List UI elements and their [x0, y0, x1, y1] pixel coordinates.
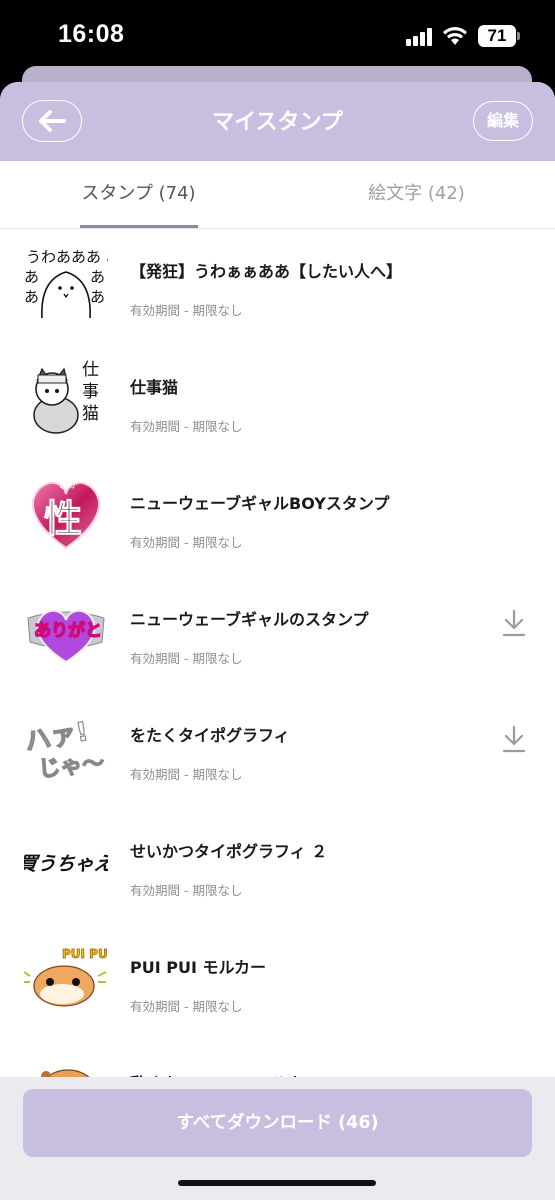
sticker-thumbnail: 買うちゃえ! — [24, 820, 108, 900]
active-tab-indicator — [80, 225, 198, 228]
sticker-thumbnail: 仕 事 猫 — [24, 356, 108, 436]
sticker-validity: 有効期間 - 期限なし — [130, 651, 243, 666]
thumb-text: ハァ! — [24, 717, 91, 758]
svg-text:あ: あ — [90, 268, 105, 286]
list-item[interactable]: うわあああ あああ あ あ あ あ 【発狂】うわぁぁああ【したい人へ】 有効期間… — [0, 230, 555, 346]
header: マイスタンプ 編集 — [0, 82, 555, 161]
my-stickers-sheet: マイスタンプ 編集 スタンプ (74) 絵文字 (42) うわあああ あああ あ… — [0, 82, 555, 1200]
thumb-text: 買うちゃえ! — [24, 852, 108, 875]
sticker-title: ニューウェーブギャルのスタンプ — [130, 610, 369, 629]
sticker-title: 仕事猫 — [130, 378, 179, 397]
sticker-title: をたくタイポグラフィ — [130, 726, 290, 745]
sticker-validity: 有効期間 - 期限なし — [130, 999, 243, 1014]
sticker-validity: 有効期間 - 期限なし — [130, 303, 243, 318]
svg-text:仕: 仕 — [82, 360, 99, 380]
list-item[interactable]: 仕 事 猫 仕事猫 有効期間 - 期限なし — [0, 346, 555, 462]
list-item[interactable]: ハァ! じゃ〜 をたくタイポグラフィ 有効期間 - 期限なし — [0, 694, 555, 810]
battery-icon: 71 — [478, 25, 516, 47]
sticker-validity: 有効期間 - 期限なし — [130, 883, 243, 898]
sticker-thumbnail: PUI PUI — [24, 936, 108, 1016]
sticker-title: ニューウェーブギャルBOYスタンプ — [130, 494, 390, 513]
tab-bar: スタンプ (74) 絵文字 (42) — [0, 161, 555, 229]
list-item[interactable]: PUI PUI PUI PUI モルカー 有効期間 - 期限なし — [0, 926, 555, 1042]
sticker-validity: 有効期間 - 期限なし — [130, 767, 243, 782]
svg-text:あ: あ — [90, 288, 105, 306]
sticker-thumbnail: ありがと — [24, 588, 108, 668]
download-icon[interactable] — [500, 608, 528, 638]
status-time: 16:08 — [58, 20, 125, 48]
battery-tip — [517, 32, 520, 40]
svg-text:性: 性 — [44, 496, 82, 541]
list-item[interactable]: さが 性 ニューウェーブギャルBOYスタンプ 有効期間 - 期限なし — [0, 462, 555, 578]
svg-text:ありがと: ありがと — [34, 620, 102, 641]
list-item[interactable]: ありがと ニューウェーブギャルのスタンプ 有効期間 - 期限なし — [0, 578, 555, 694]
home-indicator — [178, 1180, 376, 1186]
sticker-thumbnail: ハァ! じゃ〜 — [24, 704, 108, 784]
sticker-validity: 有効期間 - 期限なし — [130, 419, 243, 434]
cellular-signal-icon — [406, 28, 434, 46]
page-title: マイスタンプ — [212, 110, 343, 135]
thumb-text: うわあああ あああ — [26, 248, 108, 266]
download-icon[interactable] — [500, 724, 528, 754]
sticker-title: 【発狂】うわぁぁああ【したい人へ】 — [130, 262, 403, 281]
tab-stickers[interactable]: スタンプ (74) — [0, 161, 277, 229]
wifi-icon — [442, 25, 468, 47]
sticker-thumbnail: うわあああ あああ あ あ あ あ — [24, 240, 108, 320]
sticker-validity: 有効期間 - 期限なし — [130, 535, 243, 550]
edit-button[interactable]: 編集 — [473, 101, 533, 141]
svg-text:じゃ〜: じゃ〜 — [37, 751, 105, 783]
svg-text:あ: あ — [24, 268, 39, 286]
thumb-text: PUI PUI — [62, 947, 108, 961]
svg-text:あ: あ — [24, 288, 39, 306]
tab-emoji[interactable]: 絵文字 (42) — [278, 161, 555, 229]
svg-text:事: 事 — [82, 382, 99, 402]
sticker-thumbnail: さが 性 — [24, 472, 108, 552]
svg-text:さが: さが — [58, 478, 78, 491]
download-all-button[interactable]: すべてダウンロード (46) — [23, 1089, 532, 1157]
svg-text:猫: 猫 — [82, 404, 99, 424]
sticker-title: PUI PUI モルカー — [130, 958, 267, 977]
list-item[interactable]: 買うちゃえ! せいかつタイポグラフィ ２ 有効期間 - 期限なし — [0, 810, 555, 926]
sticker-title: せいかつタイポグラフィ ２ — [130, 842, 328, 861]
footer: すべてダウンロード (46) — [0, 1077, 555, 1200]
status-bar: 16:08 71 — [0, 0, 555, 70]
